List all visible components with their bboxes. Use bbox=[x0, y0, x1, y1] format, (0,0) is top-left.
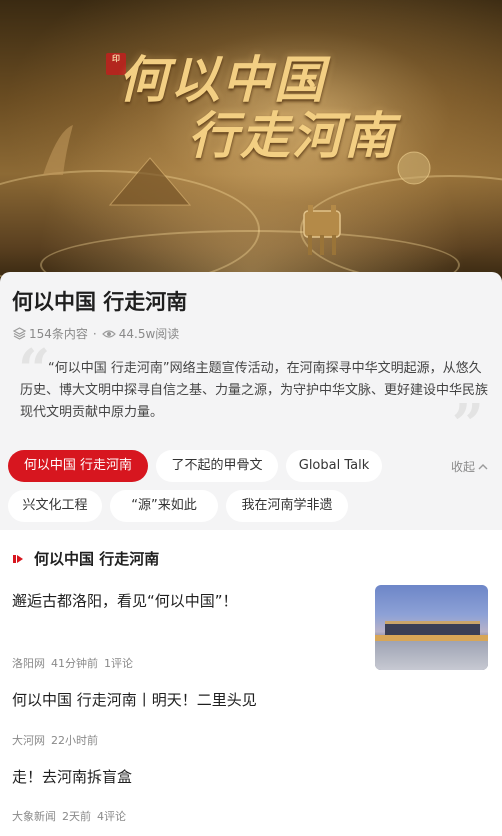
chevron-up-icon bbox=[478, 464, 488, 470]
topic-title: 何以中国 行走河南 bbox=[12, 290, 188, 314]
chip-subtopic[interactable]: Global Talk bbox=[286, 450, 382, 482]
chip-subtopic[interactable]: 兴文化工程 bbox=[8, 490, 102, 522]
collapse-toggle[interactable]: 收起 bbox=[451, 458, 488, 475]
item-time: 41分钟前 bbox=[51, 657, 98, 670]
item-source: 大象新闻 bbox=[12, 810, 56, 823]
item-time: 2天前 bbox=[62, 810, 91, 823]
jade-horn-icon bbox=[43, 125, 73, 175]
item-time: 22小时前 bbox=[51, 734, 98, 747]
topic-banner: 印 何以中国 行走河南 bbox=[0, 0, 502, 290]
feed-item-meta: 洛阳网 41分钟前 1评论 bbox=[12, 655, 139, 671]
item-source: 大河网 bbox=[12, 734, 45, 747]
read-count: 44.5w阅读 bbox=[118, 327, 180, 341]
thumb-building bbox=[385, 621, 480, 635]
feed-section-title: 何以中国 行走河南 bbox=[34, 550, 160, 568]
feed-item-title[interactable]: 邂逅古都洛阳，看见“何以中国”！ bbox=[12, 590, 362, 611]
item-comments: 4评论 bbox=[97, 810, 126, 823]
eye-icon bbox=[101, 329, 116, 338]
thumb-plaza bbox=[375, 641, 488, 670]
chip-subtopic[interactable]: “源”来如此 bbox=[110, 490, 218, 522]
bronze-mirror-icon bbox=[397, 151, 431, 185]
section-marker-icon bbox=[13, 554, 23, 563]
topic-description: “何以中国 行走河南”网络主题宣传活动，在河南探寻中华文明起源，从悠久历史、博大… bbox=[20, 361, 489, 420]
feed-item-meta: 大河网 22小时前 bbox=[12, 732, 104, 748]
quote-close-mark: ” bbox=[451, 392, 484, 458]
collapse-label: 收起 bbox=[450, 460, 475, 474]
feed-item-meta: 大象新闻 2天前 4评论 bbox=[12, 808, 132, 824]
banner-title-line-1: 何以中国 bbox=[118, 50, 326, 109]
stats-separator: · bbox=[92, 326, 97, 341]
topic-info-card: 何以中国 行走河南 154条内容 · 44.5w阅读 “ “何以中国 行走河南”… bbox=[0, 272, 502, 530]
item-source: 洛阳网 bbox=[12, 657, 45, 670]
chip-subtopic[interactable]: 何以中国 行走河南 bbox=[8, 450, 148, 482]
feed-section-header: 何以中国 行走河南 bbox=[12, 548, 159, 569]
chip-subtopic[interactable]: 了不起的甲骨文 bbox=[156, 450, 278, 482]
banner-calligraphy-title: 何以中国 行走河南 bbox=[118, 52, 398, 164]
feed-item-thumbnail[interactable] bbox=[375, 585, 488, 670]
chip-subtopic[interactable]: 我在河南学非遗 bbox=[226, 490, 348, 522]
bronze-ding-icon bbox=[303, 205, 341, 255]
banner-title-line-2: 行走河南 bbox=[188, 106, 396, 165]
item-comments: 1评论 bbox=[104, 657, 133, 670]
feed-item-title[interactable]: 何以中国 行走河南丨明天！二里头见 bbox=[12, 689, 482, 710]
feed-item-title[interactable]: 走！去河南拆盲盒 bbox=[12, 766, 482, 787]
